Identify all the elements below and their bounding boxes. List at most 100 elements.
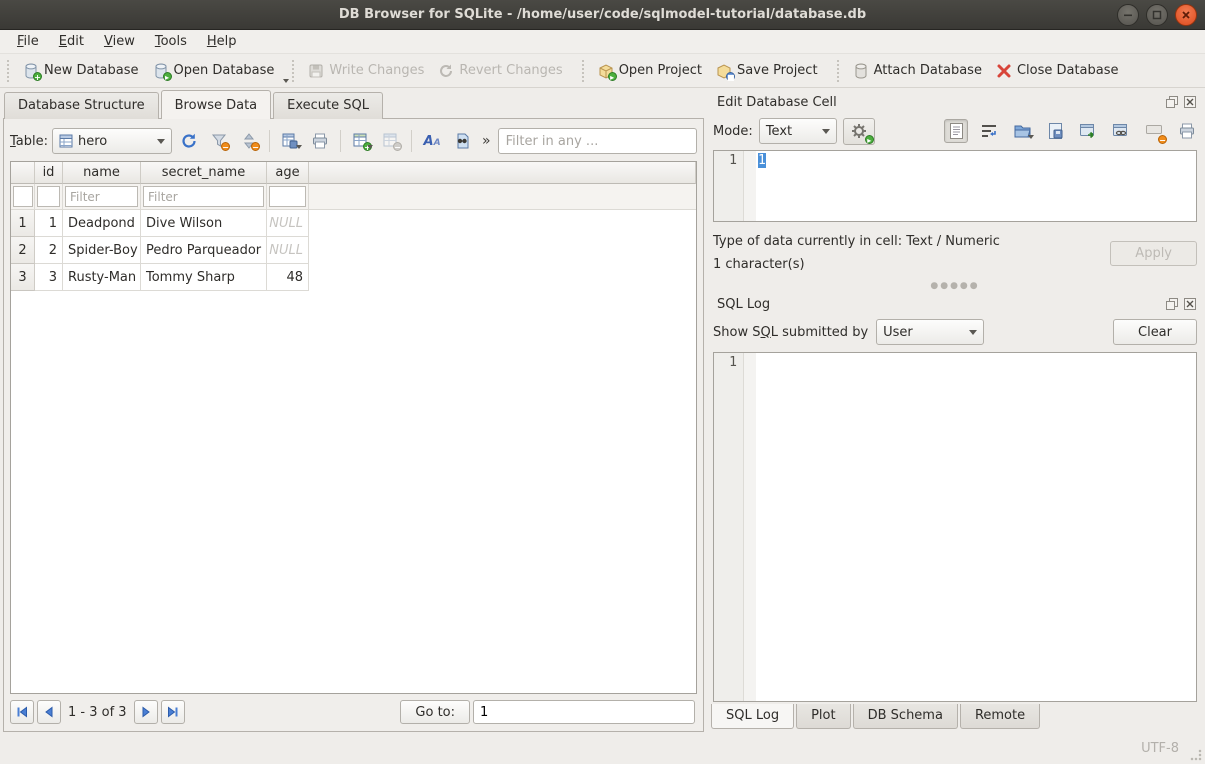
filter-input-id[interactable] (37, 186, 60, 207)
toolbar-drag-handle[interactable] (7, 60, 13, 82)
cell-secret-name[interactable]: Dive Wilson (141, 210, 267, 237)
menu-help[interactable]: Help (198, 31, 246, 52)
auto-switch-mode-button[interactable]: ▸ (843, 118, 875, 145)
export-table-button[interactable] (277, 128, 303, 154)
minimize-button[interactable] (1117, 4, 1139, 26)
next-record-button[interactable] (134, 700, 158, 724)
column-header-age[interactable]: age (267, 162, 309, 184)
tab-database-structure[interactable]: Database Structure (4, 92, 159, 119)
cell-age[interactable]: NULL (267, 210, 309, 237)
revert-changes-button[interactable]: Revert Changes (431, 59, 569, 83)
cell-editor-content[interactable]: 1 (756, 151, 1196, 221)
clear-filters-button[interactable]: − (206, 128, 232, 154)
save-project-button[interactable]: ■ Save Project (709, 59, 825, 83)
cell-name[interactable]: Spider-Boy (63, 237, 141, 264)
corner-header[interactable] (11, 162, 35, 184)
apply-button[interactable]: Apply (1110, 241, 1197, 266)
export-data-button[interactable] (1043, 119, 1067, 143)
tab-db-schema[interactable]: DB Schema (853, 704, 958, 729)
set-null-button[interactable]: − (1142, 119, 1166, 143)
maximize-button[interactable] (1146, 4, 1168, 26)
cell-name[interactable]: Rusty-Man (63, 264, 141, 291)
row-number[interactable]: 2 (11, 237, 35, 264)
import-data-button[interactable] (1010, 119, 1034, 143)
delete-record-button[interactable]: − (378, 128, 404, 154)
row-number[interactable]: 3 (11, 264, 35, 291)
float-dock-button[interactable] (1165, 95, 1179, 109)
float-dock-button[interactable] (1165, 297, 1179, 311)
word-wrap-button[interactable] (977, 119, 1001, 143)
main-area: Database Structure Browse Data Execute S… (0, 88, 1205, 732)
close-dock-button[interactable] (1183, 95, 1197, 109)
browse-data-panel: Table: hero − − (3, 118, 704, 732)
cell-secret-name[interactable]: Tommy Sharp (141, 264, 267, 291)
column-header-name[interactable]: name (63, 162, 141, 184)
cell-age[interactable]: 48 (267, 264, 309, 291)
open-project-button[interactable]: ▸ Open Project (591, 59, 709, 83)
close-dock-button[interactable] (1183, 297, 1197, 311)
previous-record-button[interactable] (37, 700, 61, 724)
row-number[interactable]: 1 (11, 210, 35, 237)
float-icon (1166, 96, 1178, 108)
filter-input-id-blank[interactable] (13, 186, 33, 207)
font-settings-button[interactable]: AA (419, 128, 445, 154)
horizontal-splitter[interactable]: ●●●●● (711, 280, 1199, 292)
cell-age[interactable]: NULL (267, 237, 309, 264)
edit-cell-title: Edit Database Cell (717, 95, 1165, 110)
cell-name[interactable]: Deadpond (63, 210, 141, 237)
clear-sorting-button[interactable]: − (236, 128, 262, 154)
filter-any-input[interactable] (498, 128, 697, 154)
tab-execute-sql[interactable]: Execute SQL (273, 92, 383, 119)
open-database-dropdown-arrow[interactable] (283, 79, 289, 83)
tab-sql-log[interactable]: SQL Log (711, 704, 794, 729)
sql-log-content[interactable] (756, 353, 1196, 701)
column-header-secret-name[interactable]: secret_name (141, 162, 267, 184)
sql-log-editor[interactable]: 1 (713, 352, 1197, 702)
menu-edit[interactable]: Edit (50, 31, 93, 52)
attach-database-button[interactable]: Attach Database (846, 59, 989, 83)
first-record-button[interactable] (10, 700, 34, 724)
copy-link-button[interactable] (1109, 119, 1133, 143)
tab-browse-data[interactable]: Browse Data (161, 90, 272, 119)
record-range-text: 1 - 3 of 3 (64, 705, 131, 720)
filter-input-name[interactable] (65, 186, 138, 207)
open-database-button[interactable]: ▸ Open Database (146, 59, 282, 83)
refresh-button[interactable] (176, 128, 202, 154)
write-changes-button[interactable]: Write Changes (301, 59, 431, 83)
find-in-table-button[interactable] (449, 128, 475, 154)
goto-input[interactable] (473, 700, 695, 724)
open-in-external-button[interactable] (1076, 119, 1100, 143)
maximize-icon (1152, 10, 1162, 20)
mode-select[interactable]: Text (759, 118, 837, 144)
cell-editor[interactable]: 1 1 (713, 150, 1197, 222)
tab-plot[interactable]: Plot (796, 704, 851, 729)
toolbar-overflow-chevron[interactable]: » (479, 133, 494, 149)
cell-id[interactable]: 2 (35, 237, 63, 264)
cell-secret-name[interactable]: Pedro Parqueador (141, 237, 267, 264)
title-bar[interactable]: DB Browser for SQLite - /home/user/code/… (0, 0, 1205, 30)
resize-grip[interactable] (1190, 749, 1202, 761)
text-mode-button[interactable] (944, 119, 968, 143)
next-record-icon (140, 706, 152, 718)
insert-record-button[interactable]: + (348, 128, 374, 154)
table-select[interactable]: hero (52, 128, 172, 154)
tab-remote[interactable]: Remote (960, 704, 1040, 729)
encoding-indicator[interactable]: UTF-8 (1141, 741, 1179, 756)
goto-button[interactable]: Go to: (400, 700, 470, 724)
last-record-button[interactable] (161, 700, 185, 724)
filter-input-secret-name[interactable] (143, 186, 264, 207)
menu-view[interactable]: View (95, 31, 144, 52)
cell-id[interactable]: 3 (35, 264, 63, 291)
filter-input-age[interactable] (269, 186, 306, 207)
sql-source-select[interactable]: User (876, 319, 984, 345)
new-database-button[interactable]: + New Database (16, 59, 146, 83)
menu-tools[interactable]: Tools (146, 31, 196, 52)
column-header-id[interactable]: id (35, 162, 63, 184)
cell-id[interactable]: 1 (35, 210, 63, 237)
menu-file[interactable]: File (8, 31, 48, 52)
print-cell-button[interactable] (1175, 119, 1199, 143)
print-table-button[interactable] (307, 128, 333, 154)
close-database-button[interactable]: Close Database (989, 59, 1126, 83)
clear-log-button[interactable]: Clear (1113, 319, 1197, 345)
close-button[interactable] (1175, 4, 1197, 26)
